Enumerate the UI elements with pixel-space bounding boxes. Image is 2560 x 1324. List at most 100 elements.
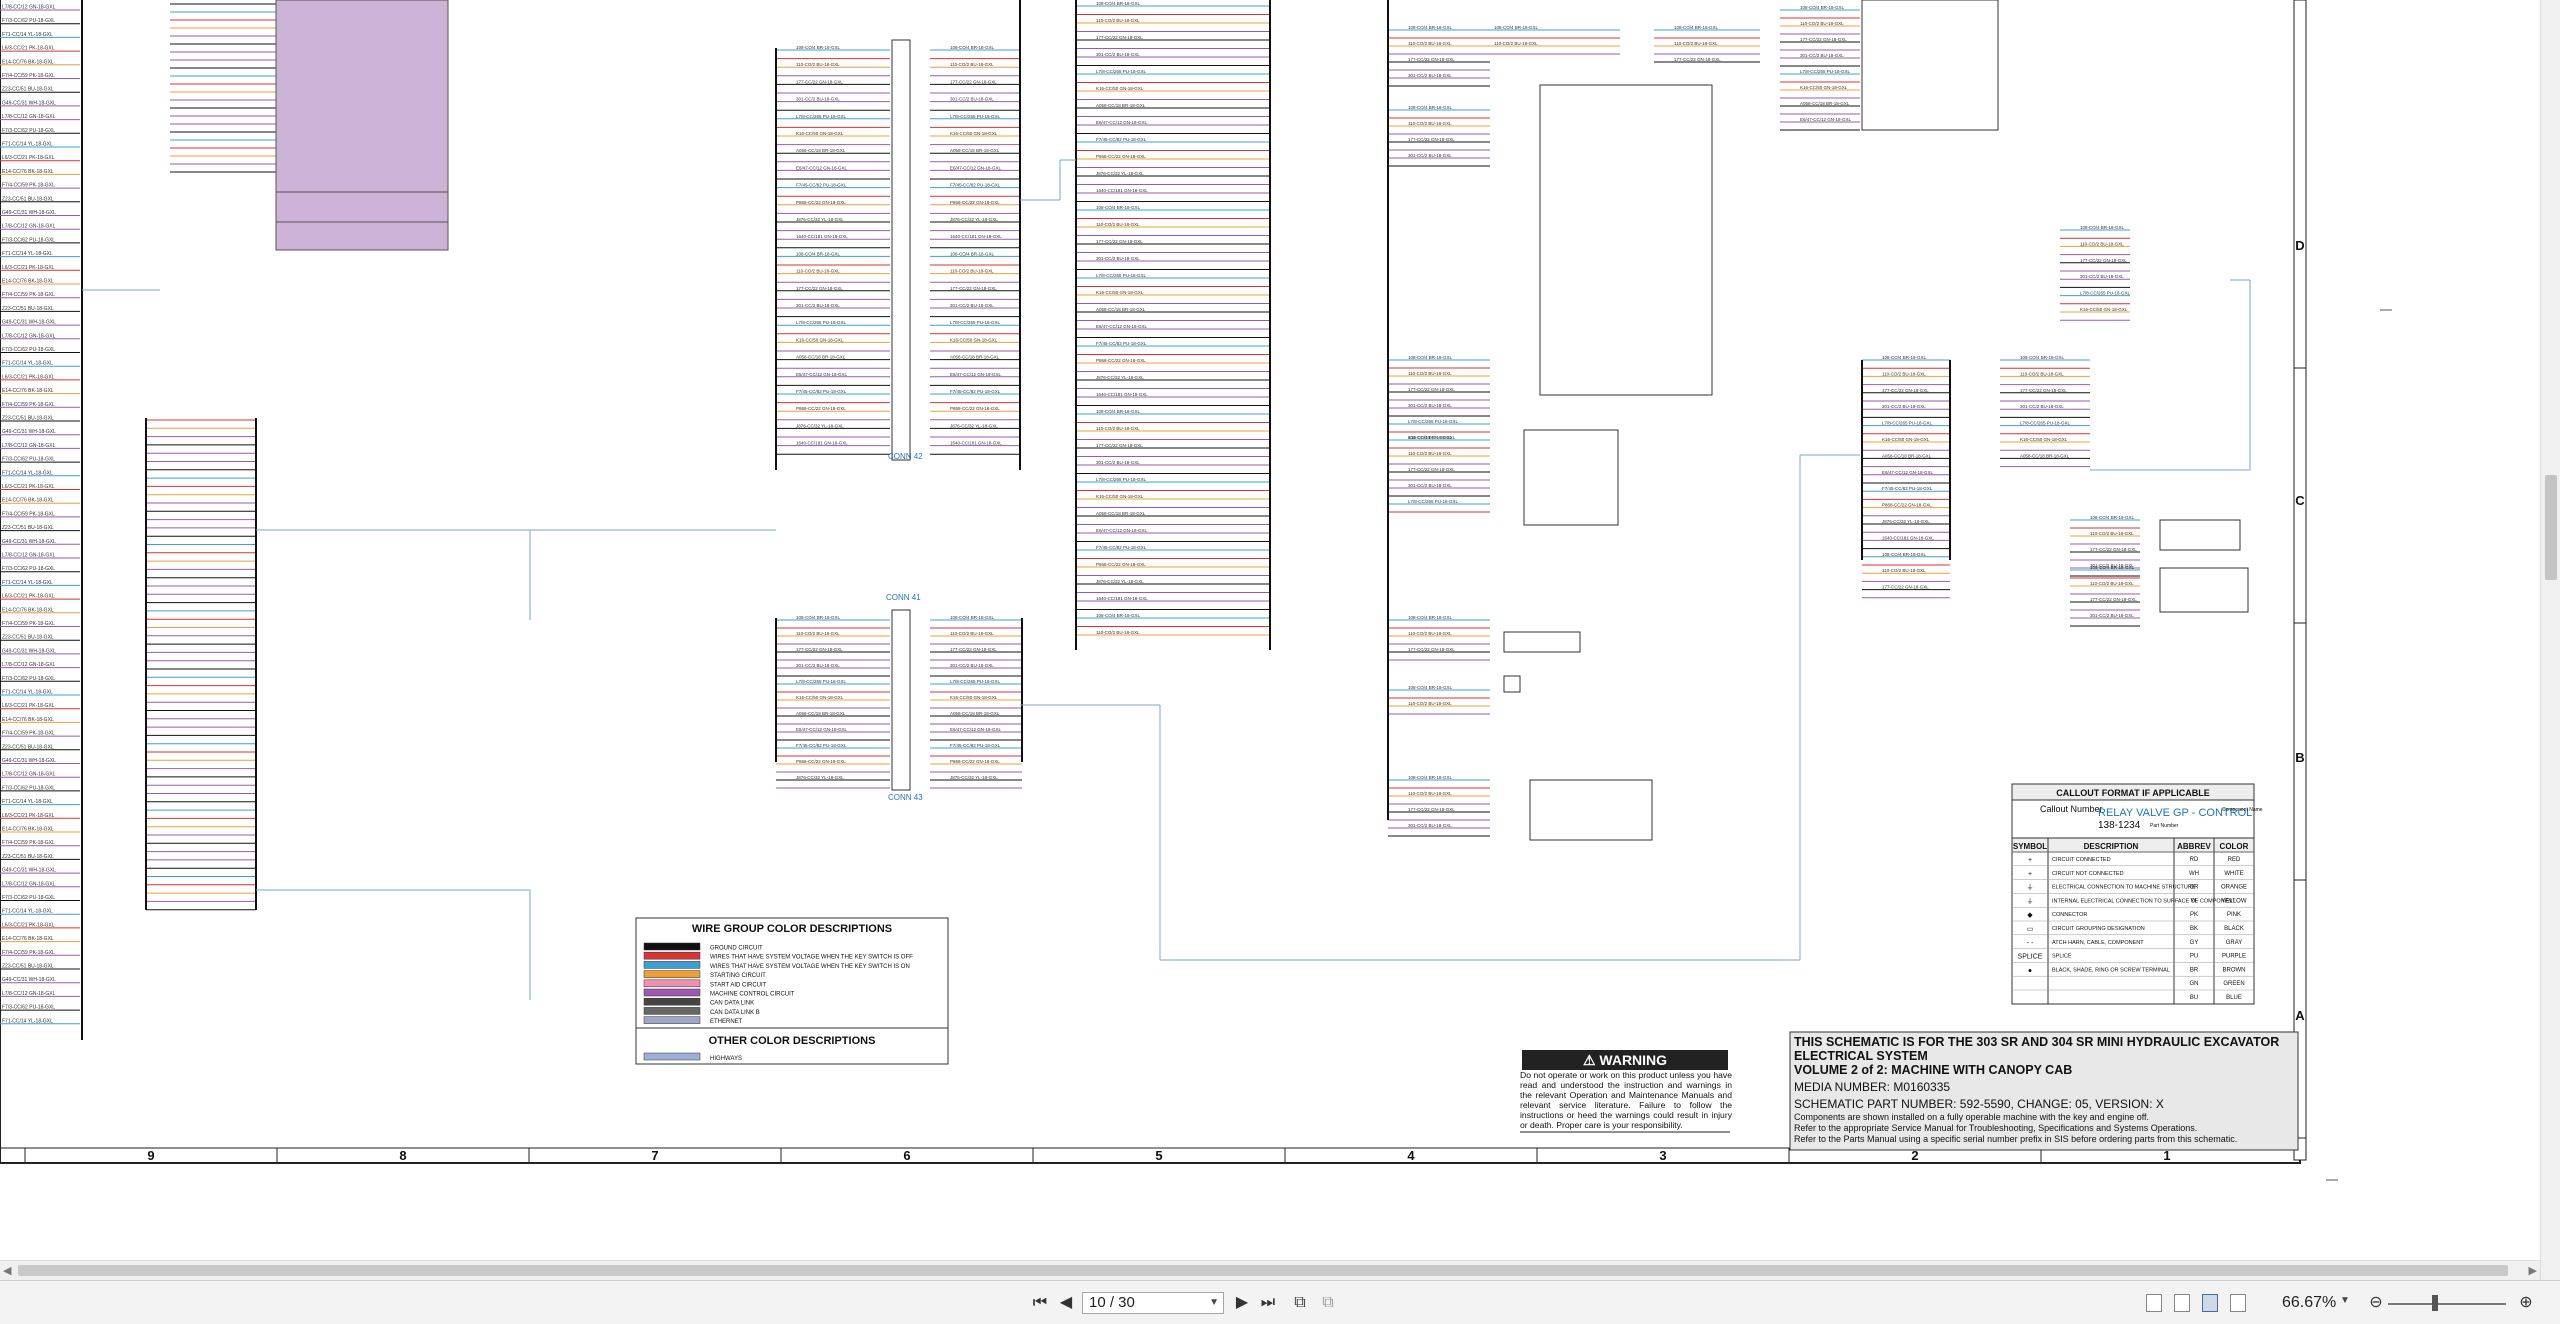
wire-label: 108-CO/4 BR-18-GXL: [950, 615, 995, 620]
wire-label: K16-CC/50 GN-18-GXL: [950, 131, 998, 136]
horizontal-scrollbar[interactable]: ◀ ▶: [0, 1260, 2540, 1280]
two-page-continuous-view-icon[interactable]: [2230, 1294, 2246, 1312]
callout-description: CIRCUIT GROUPING DESIGNATION: [2052, 926, 2145, 932]
wire-label: 110-CO/2 BU-18-GXL: [2080, 241, 2124, 246]
wire-label: K16-CC/50 GN-18-GXL: [796, 337, 844, 342]
vertical-scroll-thumb[interactable]: [2545, 475, 2557, 580]
wire-label: 1640-CC/181 GN-18-GXL: [1096, 392, 1148, 397]
wire-label: 177-CC/22 GN-18-GXL: [1408, 467, 1455, 472]
wire-label: L7/8-CC/265 PU-18-GXL: [1800, 69, 1851, 74]
wire-label: 110-CO/2 BU-18-GXL: [1674, 41, 1718, 46]
sensor-box: [1529, 779, 1653, 841]
wire-label: 301-CC/2 BU-18-GXL: [796, 97, 840, 102]
wire-label: 108-CO/4 BR-18-GXL: [1408, 105, 1453, 110]
wire-label: F7/4-CC/59 PK-18-GXL: [2, 183, 55, 189]
page-number-input[interactable]: 10 / 30 ▼: [1082, 1292, 1224, 1314]
wire-label: F7/4-CC/59 PK-18-GXL: [2, 292, 55, 298]
wire-label: F71-CC/14 YL-18-GXL: [2, 32, 53, 38]
wire-label: E14-CC/76 BK-18-GXL: [2, 279, 54, 285]
wire-label: Z23-CC/51 BU-18-GXL: [2, 635, 54, 641]
callout-description: SPLICE: [2052, 954, 2072, 960]
wire-label: 108-CO/4 BR-18-GXL: [796, 615, 841, 620]
wire-label: Z23-CC/51 BU-18-GXL: [2, 525, 54, 531]
legend-swatch: [643, 951, 701, 960]
wire-label: J876-CC/32 YL-18-GXL: [950, 423, 998, 428]
wire-label: A058-CC/18 BR-18-GXL: [796, 148, 846, 153]
next-view-icon[interactable]: ⧉: [1318, 1293, 1338, 1313]
wire-label: L7/8-CC/12 GN-18-GXL: [2, 224, 56, 230]
viewer-toolbar: ⏮ ◀ 10 / 30 ▼ ▶ ⏭ ⧉ ⧉ 66.67% ▼ ⊖ ⊕: [0, 1280, 2560, 1324]
horizontal-scroll-thumb[interactable]: [18, 1265, 2508, 1276]
callout-abbrev: PU: [2190, 954, 2198, 960]
prev-page-icon[interactable]: ◀: [1056, 1293, 1076, 1313]
wire-label: E6/47-CC/12 GN-18-GXL: [796, 165, 848, 170]
wire-label: P868-CC/22 GN-18-GXL: [1096, 562, 1146, 567]
wire-label: 177-CC/22 GN-18-GXL: [796, 79, 843, 84]
wire-label: 108-CO/4 BR-18-GXL: [2020, 355, 2065, 360]
zone-column-label: 6: [903, 1148, 910, 1163]
wire-label: 110-CO/2 BU-18-GXL: [1494, 41, 1538, 46]
callout-table-header: DESCRIPTION: [2084, 842, 2139, 851]
wire-label: L7/8-CC/12 GN-18-GXL: [2, 662, 56, 668]
wire-label: A058-CC/18 BR-18-GXL: [796, 711, 846, 716]
wire-label: 177-CC/22 GN-18-GXL: [950, 79, 997, 84]
single-page-view-icon[interactable]: [2146, 1294, 2162, 1312]
zoom-out-icon[interactable]: ⊖: [2366, 1293, 2386, 1313]
wire-label: 177-CC/22 GN-18-GXL: [2020, 388, 2067, 393]
warning-box: ⚠ WARNING Do not operate or work on this…: [1520, 1050, 1732, 1133]
wire-label: K16-CC/50 GN-18-GXL: [2080, 307, 2128, 312]
wire-label: 110-CO/2 BU-18-GXL: [2020, 371, 2064, 376]
legend-swatch: [643, 970, 701, 978]
wire-label: F71-CC/14 YL-18-GXL: [2, 251, 53, 257]
wire-label: P868-CC/22 GN-18-GXL: [796, 200, 846, 205]
wire-label: F7/45-CC/82 PU-18-GXL: [796, 743, 847, 748]
wire-label: 110-CO/2 BU-18-GXL: [1096, 630, 1140, 635]
first-page-icon[interactable]: ⏮: [1030, 1293, 1050, 1313]
wire-label: 108-CO/4 BR-18-GXL: [796, 45, 841, 50]
wire-label: 1640-CC/181 GN-18-GXL: [1882, 535, 1934, 540]
wire-label: Z23-CC/51 BU-18-GXL: [2, 87, 54, 93]
wire-label: 108-CO/4 BR-18-GXL: [950, 45, 995, 50]
continuous-view-icon[interactable]: [2174, 1294, 2190, 1312]
callout-color: ORANGE: [2221, 885, 2247, 891]
next-page-icon[interactable]: ▶: [1232, 1293, 1252, 1313]
zoom-slider-knob[interactable]: [2432, 1295, 2438, 1311]
wire-label: 177-CC/22 GN-18-GXL: [1800, 37, 1847, 42]
wire-label: A058-CC/18 BR-18-GXL: [1800, 101, 1850, 106]
wire-label: K16-CC/50 GN-18-GXL: [1800, 85, 1848, 90]
scroll-right-icon[interactable]: ▶: [2529, 1264, 2537, 1277]
zoom-level[interactable]: 66.67%: [2282, 1294, 2336, 1312]
scroll-left-icon[interactable]: ◀: [3, 1264, 11, 1277]
chevron-down-icon[interactable]: ▼: [2340, 1295, 2350, 1306]
wire-label: L6/3-CC/21 PK-18-GXL: [2, 155, 55, 161]
two-page-view-icon[interactable]: [2202, 1294, 2218, 1312]
zone-column-label: 8: [399, 1148, 406, 1163]
prev-view-icon[interactable]: ⧉: [1290, 1293, 1310, 1313]
legend-swatch: [643, 988, 701, 997]
vertical-scrollbar[interactable]: [2540, 0, 2560, 1280]
svg-text:Components are shown installed: Components are shown installed on a full…: [1794, 1112, 2149, 1122]
wire-label: F7/4-CC/59 PK-18-GXL: [2, 621, 55, 627]
wire-label: F7/45-CC/82 PU-18-GXL: [1096, 545, 1147, 550]
wire-label: K16-CC/50 GN-18-GXL: [796, 131, 844, 136]
wire-label: A058-CC/18 BR-18-GXL: [950, 711, 1000, 716]
wire-label: L7/8-CC/12 GN-18-GXL: [2, 443, 56, 449]
chevron-down-icon[interactable]: ▼: [1209, 1293, 1219, 1313]
zone-row-label: C: [2295, 493, 2305, 508]
last-page-icon[interactable]: ⏭: [1258, 1293, 1278, 1313]
wire-label: 110-CO/2 BU-18-GXL: [1408, 451, 1452, 456]
wire-label: 108-CO/4 BR-18-GXL: [1096, 1, 1141, 6]
connector-label: CONN 41: [886, 593, 921, 602]
svg-text:Component Name: Component Name: [2222, 807, 2263, 813]
wire-label: L6/3-CC/21 PK-18-GXL: [2, 703, 55, 709]
wire-label: Z23-CC/51 BU-18-GXL: [2, 416, 54, 422]
zoom-in-icon[interactable]: ⊕: [2516, 1293, 2536, 1313]
wire-label: J876-CC/32 YL-18-GXL: [1096, 579, 1144, 584]
wire-label: 108-CO/4 BR-18-GXL: [1408, 685, 1453, 690]
callout-color: BLUE: [2226, 995, 2242, 1001]
zoom-slider[interactable]: [2388, 1303, 2506, 1305]
callout-color: PURPLE: [2222, 954, 2246, 960]
wire-label: L7/8-CC/265 PU-18-GXL: [796, 320, 847, 325]
zone-row-label: A: [2295, 1008, 2305, 1023]
wire-label: 110-CO/2 BU-18-GXL: [1408, 41, 1452, 46]
